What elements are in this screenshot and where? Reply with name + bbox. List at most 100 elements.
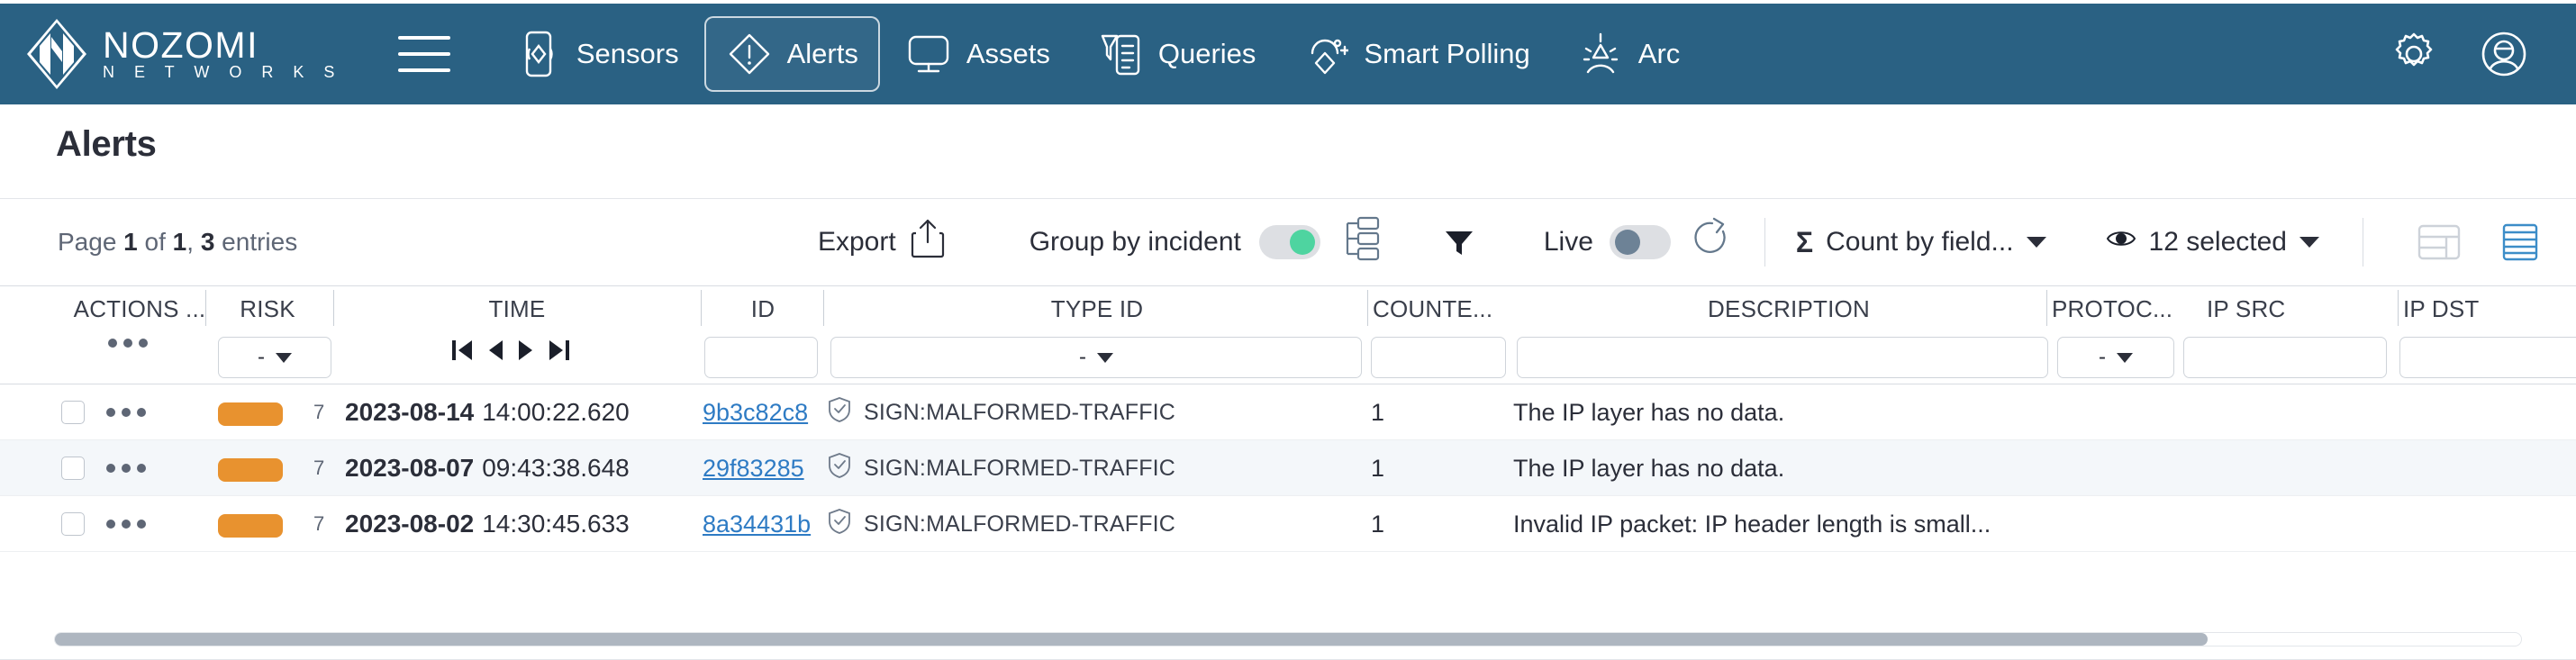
toolbar-divider-1 [1764,218,1765,267]
row-type-id: SIGN:MALFORMED-TRAFFIC [827,440,1175,496]
table-row[interactable]: 7 2023-08-07 09:43:38.648 29f83285 SIGN:… [0,440,2576,496]
col-separator[interactable] [2398,290,2399,326]
protocol-filter[interactable]: - [2057,337,2174,378]
queries-icon [1097,31,1144,77]
chevron-down-icon [2299,237,2319,248]
table-row[interactable]: 7 2023-08-14 14:00:22.620 9b3c82c8 SIGN:… [0,384,2576,440]
live-toggle[interactable] [1609,225,1671,259]
nav-item-smart-polling[interactable]: Smart Polling [1281,16,1551,92]
col-separator[interactable] [823,290,824,326]
description-filter[interactable] [1517,337,2048,378]
col-header-time[interactable]: TIME [337,295,697,323]
col-header-ip-dst[interactable]: IP DST [2403,295,2565,323]
col-separator[interactable] [333,290,334,326]
nav-item-queries[interactable]: Queries [1075,16,1278,92]
topbar-right-actions [2389,29,2529,79]
col-header-risk[interactable]: RISK [209,295,326,323]
brand-logo[interactable]: NOZOMI N E T W O R K S [27,19,342,89]
filter-funnel-icon[interactable] [1443,226,1475,258]
actions-filter-dots-button[interactable] [108,339,154,348]
col-header-id[interactable]: ID [704,295,821,323]
view-mode-group [2416,219,2544,266]
row-id-link[interactable]: 8a34431b [703,496,811,552]
col-separator[interactable] [205,290,206,326]
export-icon [909,217,947,267]
hierarchy-icon[interactable] [1338,215,1380,269]
horizontal-scrollbar[interactable] [54,632,2522,646]
pagination-summary: Page 1 of 1, 3 entries [58,228,298,256]
col-header-counter[interactable]: COUNTE... [1373,295,1517,323]
ip-dst-filter[interactable] [2399,337,2576,378]
gear-icon[interactable] [2389,29,2439,79]
ip-src-filter[interactable] [2183,337,2387,378]
columns-selected-dropdown[interactable]: 12 selected [2106,227,2319,258]
group-by-toggle[interactable] [1258,225,1320,259]
brand-subtitle: N E T W O R K S [103,63,342,81]
id-filter[interactable] [704,337,818,378]
row-id-link[interactable]: 29f83285 [703,440,804,496]
col-separator[interactable] [2046,290,2047,326]
nav-label-smart-polling: Smart Polling [1364,38,1530,69]
last-page-button[interactable] [548,337,571,364]
row-time: 2023-08-02 14:30:45.633 [345,496,630,552]
nav-item-assets[interactable]: Assets [884,16,1072,92]
horizontal-scrollbar-thumb[interactable] [55,633,2208,646]
row-date: 2023-08-02 [345,510,475,538]
nav-item-arc[interactable]: Arc [1556,16,1702,92]
row-checkbox[interactable] [61,401,85,424]
col-header-ip-src[interactable]: IP SRC [2207,295,2360,323]
page-title: Alerts [56,124,157,164]
export-button[interactable]: Export [818,217,947,267]
col-header-actions[interactable]: ACTIONS ... [54,295,225,323]
hamburger-menu-icon[interactable] [397,36,450,72]
row-date: 2023-08-07 [345,454,475,482]
count-by-field-dropdown[interactable]: Σ Count by field... [1796,226,2046,259]
row-checkbox[interactable] [61,512,85,536]
row-counter: 1 [1371,510,1385,538]
risk-value: 7 [313,457,325,479]
sigma-icon: Σ [1795,225,1814,258]
refresh-icon[interactable] [1687,215,1734,269]
risk-filter[interactable]: - [218,337,331,378]
risk-badge [218,514,283,538]
col-header-type-id[interactable]: TYPE ID [827,295,1367,323]
type-id-filter[interactable]: - [830,337,1362,378]
next-page-button[interactable] [517,337,535,364]
risk-filter-value: - [258,345,265,369]
col-header-description[interactable]: DESCRIPTION [1519,295,2059,323]
counter-filter[interactable] [1371,337,1506,378]
row-id-link[interactable]: 9b3c82c8 [703,384,808,440]
row-checkbox[interactable] [61,457,85,480]
first-page-button[interactable] [450,337,474,364]
row-counter: 1 [1371,398,1385,426]
col-separator[interactable] [1367,290,1368,326]
table-row[interactable]: 7 2023-08-02 14:30:45.633 8a34431b SIGN:… [0,496,2576,552]
shield-check-icon [827,507,852,542]
brand-name: NOZOMI [103,24,259,66]
risk-badge [218,458,283,482]
live-label: Live [1543,227,1593,257]
row-description: The IP layer has no data. [1513,454,1785,482]
current-page: 1 [123,228,138,256]
split-view-button[interactable] [2416,219,2463,266]
row-clock: 09:43:38.648 [482,454,630,482]
live-control: Live [1544,215,1734,269]
user-account-icon[interactable] [2479,29,2529,79]
col-header-protocol[interactable]: PROTOC... [2052,295,2205,323]
toolbar-right-group: Export Group by incident Live Σ Count by… [818,215,2544,269]
row-description: The IP layer has no data. [1513,398,1785,426]
table-view-button[interactable] [2497,219,2544,266]
prev-page-button[interactable] [486,337,504,364]
row-actions-button[interactable] [106,408,152,417]
nav-item-alerts[interactable]: Alerts [703,16,880,92]
row-actions-button[interactable] [106,520,152,529]
row-actions-button[interactable] [106,464,152,473]
protocol-filter-value: - [2099,345,2106,369]
nav-label-queries: Queries [1157,38,1256,69]
chevron-down-icon [2026,237,2046,248]
row-type-id: SIGN:MALFORMED-TRAFFIC [827,496,1175,552]
nav-item-sensors[interactable]: Sensors [494,16,701,92]
col-separator[interactable] [701,290,702,326]
risk-badge [218,402,283,426]
row-time: 2023-08-07 09:43:38.648 [345,440,630,496]
